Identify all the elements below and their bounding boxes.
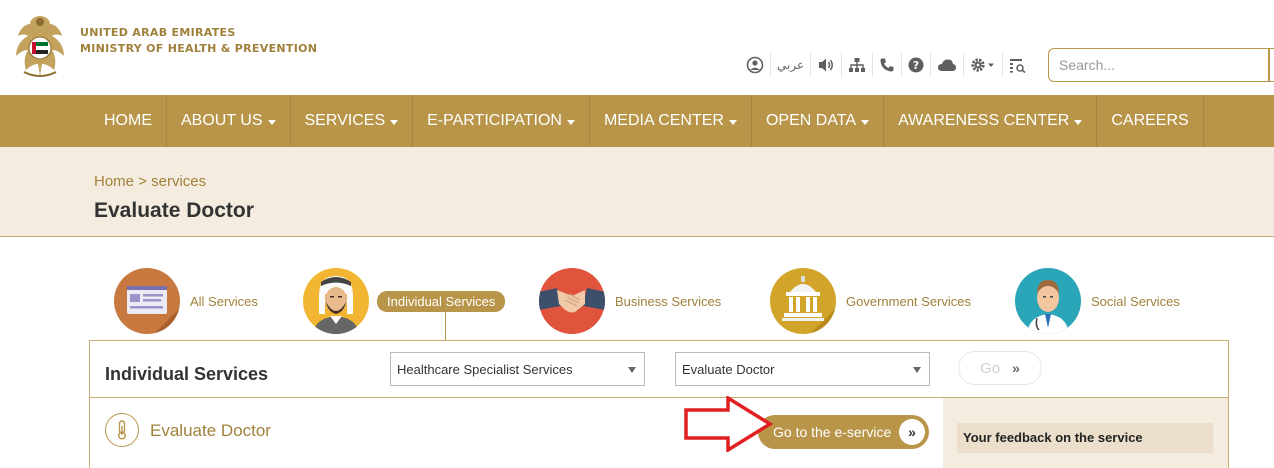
nav-item-e-participation[interactable]: E-PARTICIPATION	[413, 95, 590, 147]
red-annotation-arrow	[684, 396, 774, 452]
caret-down-icon	[1074, 119, 1083, 125]
search-box	[1048, 48, 1274, 82]
search-border-end	[1268, 48, 1270, 82]
list-icon[interactable]	[1003, 53, 1033, 77]
select-value: Evaluate Doctor	[682, 361, 775, 377]
caret-down-icon	[390, 119, 399, 125]
speaker-icon[interactable]	[811, 53, 843, 77]
double-chevron-icon: »	[899, 419, 925, 445]
nav-item-careers[interactable]: CAREERS	[1097, 95, 1204, 147]
language-arabic-link[interactable]: عربي	[771, 53, 812, 77]
category-label: All Services	[190, 293, 258, 309]
caret-down-icon	[861, 119, 870, 125]
category-government-services[interactable]: Government Services	[770, 268, 971, 334]
nav-item-awareness-center[interactable]: AWARENESS CENTER	[884, 95, 1098, 147]
dropdown-arrow-icon	[913, 367, 921, 373]
social-services-icon	[1015, 268, 1081, 334]
services-panel: Individual Services Healthcare Specialis…	[89, 340, 1229, 468]
category-social-services[interactable]: Social Services	[1015, 268, 1180, 334]
site-header: UNITED ARAB EMIRATES MINISTRY OF HEALTH …	[0, 0, 1274, 95]
settings-icon[interactable]	[964, 53, 1004, 77]
uae-emblem-logo[interactable]	[12, 10, 68, 82]
user-icon[interactable]	[740, 53, 771, 77]
category-label-active: Individual Services	[377, 290, 506, 312]
all-services-icon	[114, 268, 180, 334]
nav-label: CAREERS	[1111, 112, 1189, 129]
arabic-label: عربي	[777, 58, 805, 72]
category-label: Social Services	[1091, 293, 1180, 309]
cloud-icon[interactable]	[931, 53, 965, 77]
go-button[interactable]: Go »	[958, 351, 1042, 385]
service-category-select[interactable]: Healthcare Specialist Services	[390, 352, 645, 386]
caret-down-icon	[267, 119, 276, 125]
main-nav: HOME ABOUT US SERVICES E-PARTICIPATION M…	[0, 95, 1274, 147]
select-value: Healthcare Specialist Services	[397, 361, 573, 377]
go-to-e-service-button[interactable]: Go to the e-service »	[758, 415, 929, 449]
search-input[interactable]	[1059, 49, 1259, 81]
nav-label: SERVICES	[304, 112, 386, 129]
breadcrumb-services-link[interactable]: services	[151, 173, 206, 190]
nav-label: AWARENESS CENTER	[898, 112, 1070, 129]
category-label: Government Services	[846, 293, 971, 309]
go-label: Go	[980, 359, 1001, 377]
category-business-services[interactable]: Business Services	[539, 268, 721, 334]
nav-item-home[interactable]: HOME	[90, 95, 167, 147]
government-services-icon	[770, 268, 836, 334]
nav-item-media-center[interactable]: MEDIA CENTER	[590, 95, 752, 147]
caret-down-icon	[728, 119, 737, 125]
nav-label: ABOUT US	[181, 112, 263, 129]
panel-title: Individual Services	[105, 364, 269, 384]
service-name: Evaluate Doctor	[150, 421, 271, 440]
category-all-services[interactable]: All Services	[114, 268, 258, 334]
feedback-sidebar: Your feedback on the service	[943, 398, 1228, 468]
e-service-label: Go to the e-service	[773, 424, 892, 440]
svg-text:?: ?	[913, 59, 919, 72]
nav-label: OPEN DATA	[765, 112, 857, 129]
page-title-band: Home > services Evaluate Doctor	[0, 147, 1274, 237]
business-services-icon	[539, 268, 605, 334]
individual-services-icon	[303, 268, 369, 334]
page-title: Evaluate Doctor	[94, 199, 254, 222]
thermometer-icon	[105, 413, 139, 447]
category-individual-services[interactable]: Individual Services	[303, 268, 506, 334]
ministry-name[interactable]: UNITED ARAB EMIRATES MINISTRY OF HEALTH …	[80, 25, 317, 57]
nav-label: HOME	[104, 112, 152, 129]
breadcrumb: Home > services	[94, 173, 206, 190]
feedback-heading: Your feedback on the service	[957, 423, 1213, 453]
ministry-line2: MINISTRY OF HEALTH & PREVENTION	[80, 42, 318, 55]
phone-icon[interactable]	[873, 53, 903, 77]
utility-toolbar: عربي ?	[740, 53, 1033, 77]
double-chevron-icon: »	[1012, 360, 1020, 376]
nav-label: E-PARTICIPATION	[427, 112, 562, 129]
nav-item-services[interactable]: SERVICES	[291, 95, 414, 147]
breadcrumb-separator: >	[134, 173, 152, 190]
sitemap-icon[interactable]	[842, 53, 874, 77]
caret-down-icon	[566, 119, 575, 125]
nav-item-about-us[interactable]: ABOUT US	[167, 95, 291, 147]
help-icon[interactable]: ?	[902, 53, 932, 77]
nav-item-open-data[interactable]: OPEN DATA	[752, 95, 885, 147]
category-label: Business Services	[615, 293, 722, 309]
ministry-line1: UNITED ARAB EMIRATES	[80, 26, 236, 39]
service-select[interactable]: Evaluate Doctor	[675, 352, 930, 386]
active-category-connector	[445, 309, 446, 342]
breadcrumb-home-link[interactable]: Home	[94, 173, 134, 190]
dropdown-arrow-icon	[628, 367, 636, 373]
nav-label: MEDIA CENTER	[603, 112, 724, 129]
